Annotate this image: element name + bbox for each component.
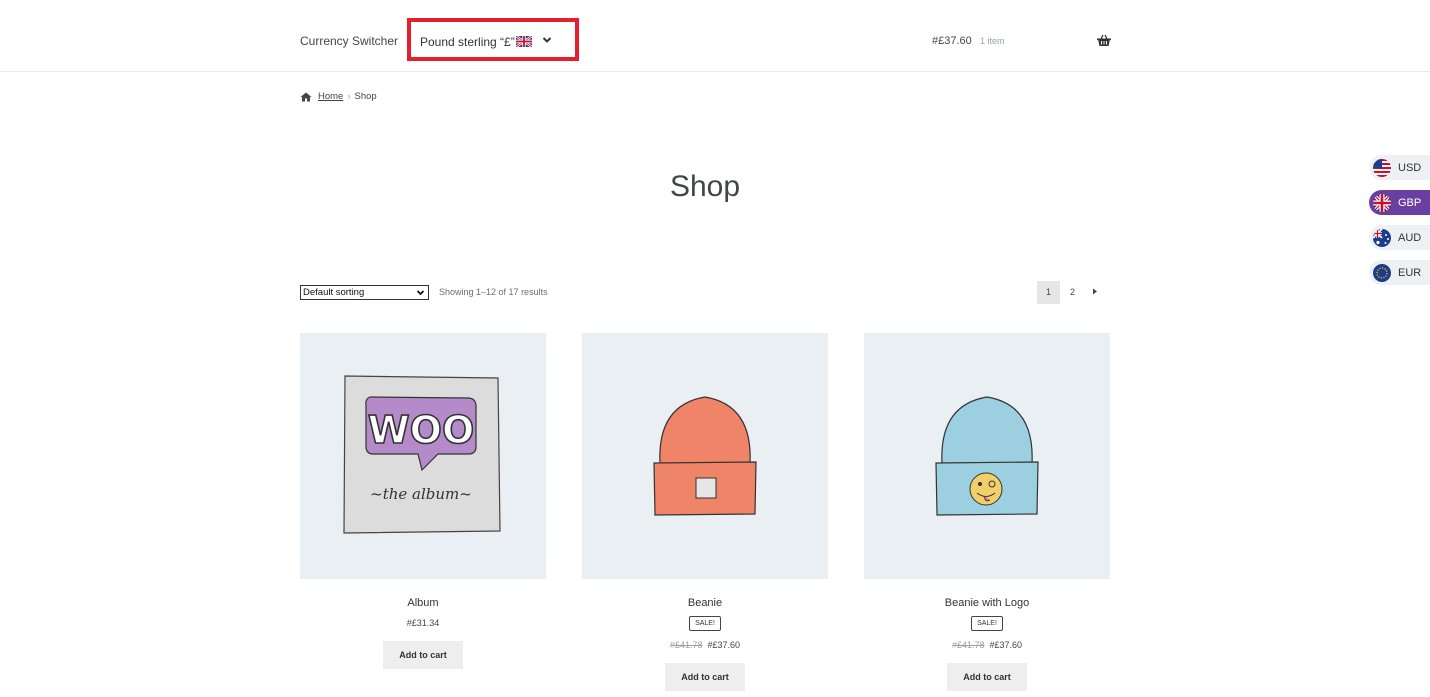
currency-sidebar: USD GBP AUD EUR (1369, 155, 1430, 295)
site-title[interactable]: Currency Switcher (300, 34, 398, 48)
currency-eur[interactable]: EUR (1369, 260, 1430, 285)
cart-amount[interactable]: #£37.60 (932, 35, 972, 47)
eu-flag-icon (1373, 263, 1391, 282)
cart-count[interactable]: 1 item (980, 36, 1005, 46)
sale-badge: SALE! (971, 616, 1003, 631)
product-image[interactable] (582, 333, 828, 579)
sale-price: #£37.60 (707, 640, 741, 650)
au-flag-icon (1373, 228, 1391, 247)
next-page-button[interactable] (1085, 281, 1105, 304)
uk-flag-icon (1373, 193, 1391, 212)
triangle-right-icon (1093, 288, 1097, 295)
product-card: Beanie SALE! #£41.78 #£37.60 Add to cart (582, 333, 828, 691)
basket-icon[interactable] (1096, 33, 1112, 49)
us-flag-icon (1373, 158, 1391, 177)
product-card: Beanie with Logo SALE! #£41.78 #£37.60 Ad… (864, 333, 1110, 691)
currency-code: GBP (1398, 196, 1422, 209)
product-image[interactable] (864, 333, 1110, 579)
product-price: #£41.78 #£37.60 (582, 640, 828, 650)
add-to-cart-button[interactable]: Add to cart (665, 663, 745, 691)
album-cover-image: WOO ~the album~ (343, 375, 501, 534)
add-to-cart-button[interactable]: Add to cart (383, 641, 463, 669)
currency-usd[interactable]: USD (1369, 155, 1430, 180)
breadcrumb-current: Shop (354, 91, 377, 102)
currency-code: USD (1398, 161, 1422, 174)
currency-aud[interactable]: AUD (1369, 225, 1430, 250)
chevron-down-icon (542, 37, 552, 43)
product-name[interactable]: Beanie with Logo (864, 597, 1110, 609)
svg-text:~the album~: ~the album~ (370, 485, 472, 503)
breadcrumb-home-link[interactable]: Home (318, 91, 343, 102)
currency-select-label: Pound sterling “£” (420, 35, 532, 49)
page-1[interactable]: 1 (1037, 281, 1060, 304)
currency-code: EUR (1398, 266, 1422, 279)
uk-flag-icon (515, 36, 532, 47)
currency-gbp[interactable]: GBP (1369, 190, 1430, 215)
sale-price: #£37.60 (989, 640, 1023, 650)
add-to-cart-button[interactable]: Add to cart (947, 663, 1027, 691)
product-price: #£31.34 (406, 618, 440, 628)
pagination: 1 2 (1037, 281, 1105, 304)
currency-select[interactable]: Pound sterling “£” (407, 18, 579, 61)
sort-select-value: Default sorting (303, 287, 365, 298)
product-name[interactable]: Beanie (582, 597, 828, 609)
currency-code: AUD (1398, 231, 1422, 244)
breadcrumb-separator: › (347, 91, 351, 102)
chevron-down-icon (416, 290, 425, 296)
home-icon (300, 92, 312, 101)
result-count: Showing 1–12 of 17 results (439, 287, 548, 297)
product-price: #£41.78 #£37.60 (864, 640, 1110, 650)
svg-text:WOO: WOO (368, 408, 475, 452)
beanie-image (653, 396, 757, 516)
product-name[interactable]: Album (300, 597, 546, 609)
sort-select[interactable]: Default sorting (300, 285, 429, 300)
product-image[interactable]: WOO ~the album~ (300, 333, 546, 579)
sale-badge: SALE! (689, 616, 721, 631)
site-header: Currency Switcher Pound sterling “£” #£3… (0, 0, 1430, 72)
breadcrumb: Home › Shop (300, 91, 377, 102)
beanie-with-logo-image (935, 396, 1039, 516)
product-card: WOO ~the album~ Album #£31.34 Add to car… (300, 333, 546, 669)
page-title: Shop (669, 170, 741, 203)
old-price: #£41.78 (669, 640, 703, 650)
old-price: #£41.78 (951, 640, 985, 650)
page-2[interactable]: 2 (1061, 281, 1084, 304)
